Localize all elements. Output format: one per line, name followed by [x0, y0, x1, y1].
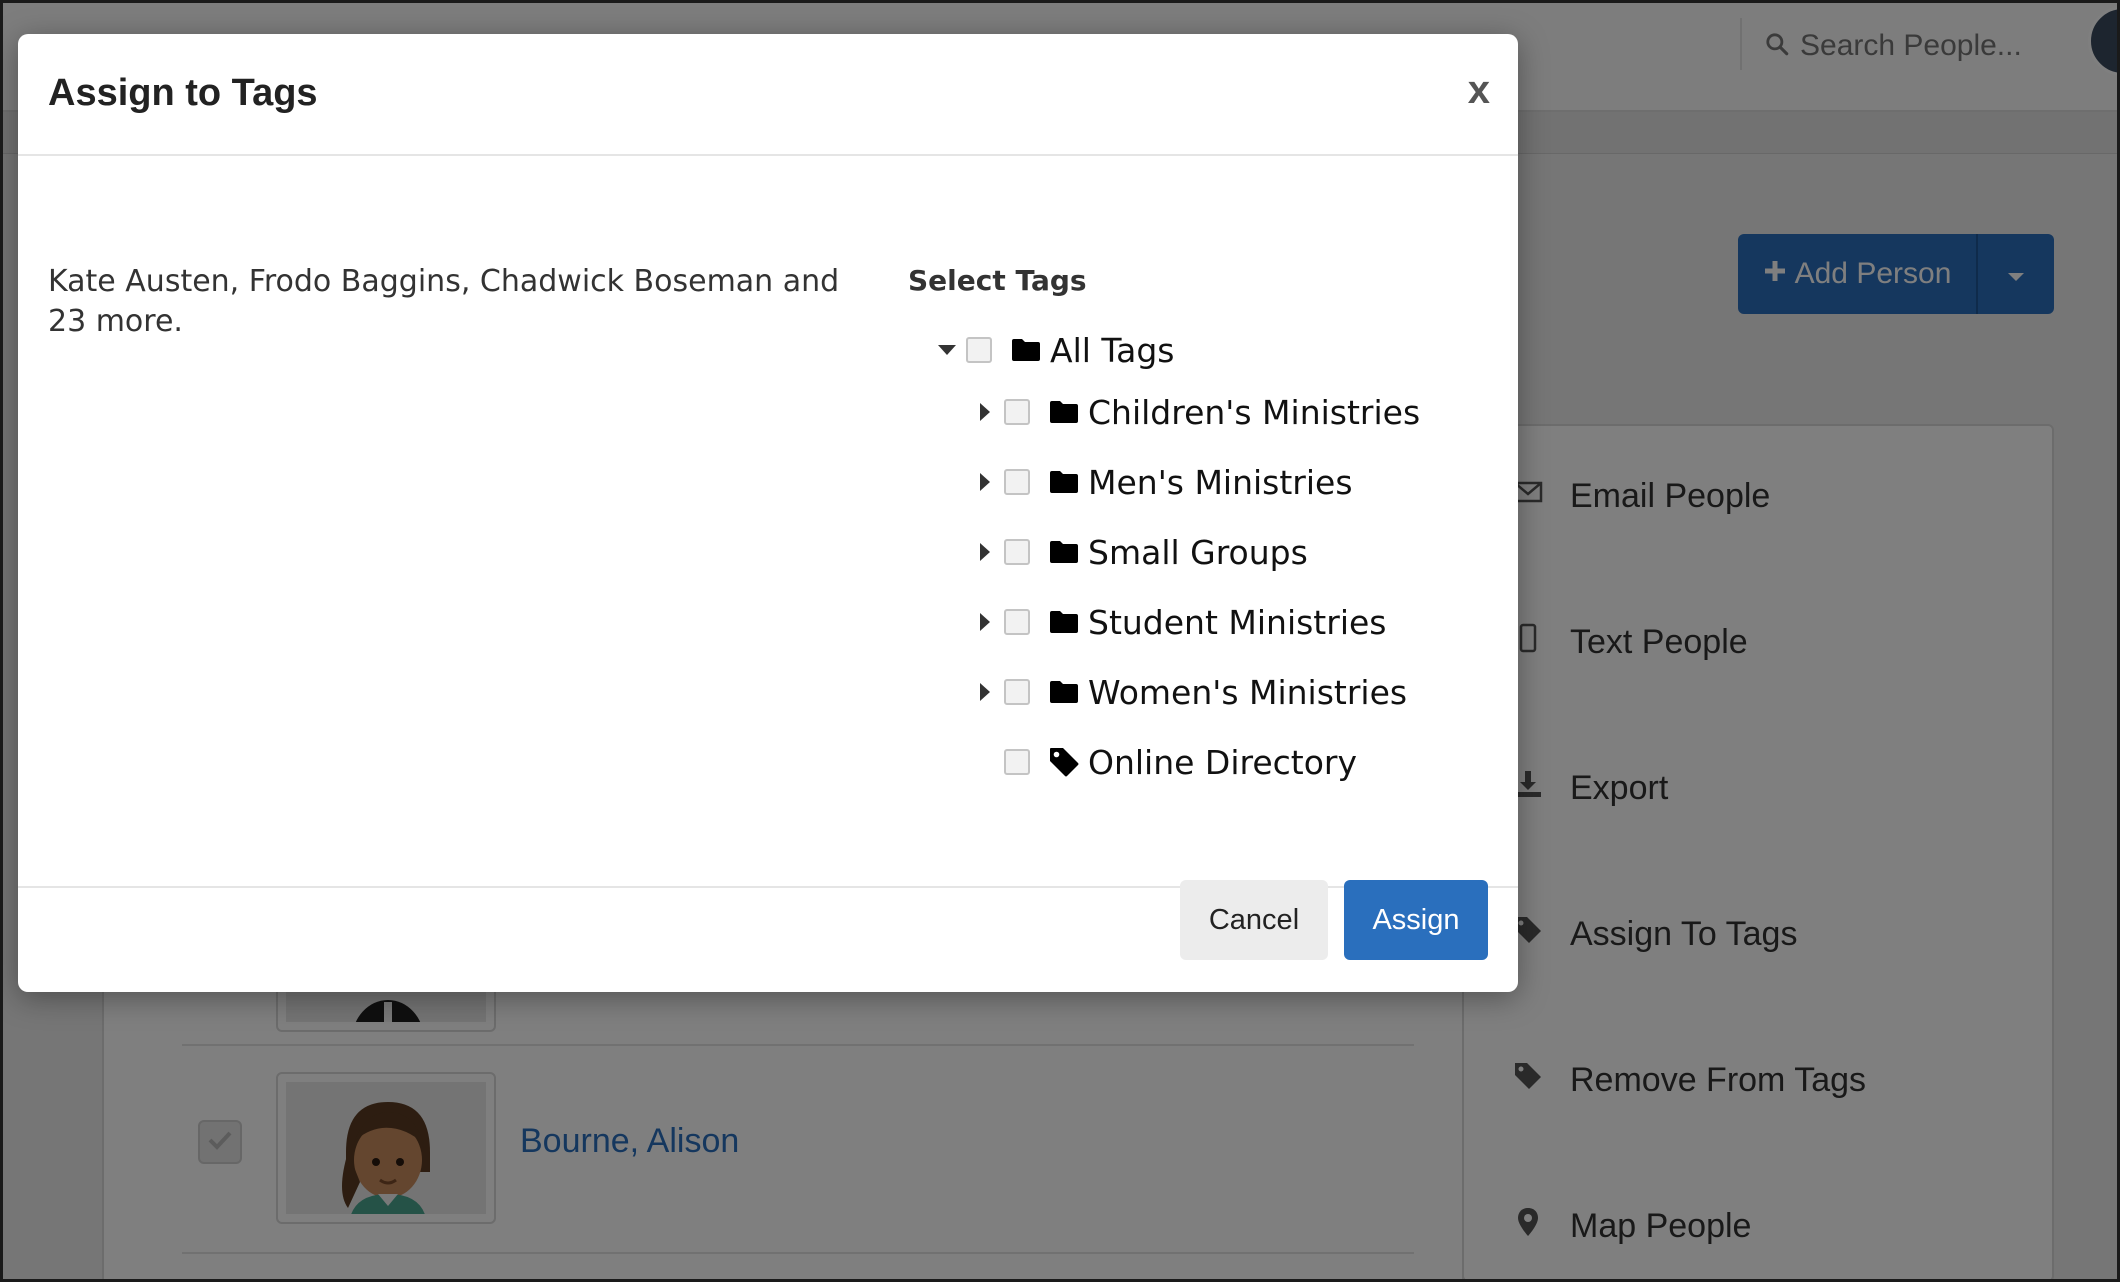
tree-node-all-tags: All Tags	[928, 320, 1174, 380]
folder-icon	[1048, 676, 1080, 708]
tree-checkbox[interactable]	[1004, 399, 1030, 425]
tree-checkbox[interactable]	[966, 337, 992, 363]
folder-icon	[1010, 334, 1042, 366]
modal-body: Kate Austen, Frodo Baggins, Chadwick Bos…	[18, 156, 1518, 886]
caret-right-icon[interactable]	[966, 603, 1004, 641]
caret-right-icon[interactable]	[966, 393, 1004, 431]
tree-node-label[interactable]: Online Directory	[1088, 743, 1357, 782]
tree-node-label[interactable]: Men's Ministries	[1088, 463, 1353, 502]
close-button[interactable]: x	[1468, 70, 1490, 110]
caret-right-icon[interactable]	[966, 533, 1004, 571]
modal-header: Assign to Tags x	[18, 34, 1518, 156]
tree-checkbox[interactable]	[1004, 679, 1030, 705]
folder-icon	[1048, 396, 1080, 428]
caret-down-icon[interactable]	[928, 331, 966, 369]
tree-node-label[interactable]: Small Groups	[1088, 533, 1308, 572]
tree-node-childrens-ministries: Children's Ministries	[966, 382, 1420, 442]
tree-node-online-directory: Online Directory	[966, 732, 1357, 792]
tree-checkbox[interactable]	[1004, 469, 1030, 495]
assign-tags-modal: Assign to Tags x Kate Austen, Frodo Bagg…	[18, 34, 1518, 992]
modal-title: Assign to Tags	[48, 72, 318, 114]
tree-node-student-ministries: Student Ministries	[966, 592, 1386, 652]
toggle-spacer	[966, 743, 1004, 781]
tree-node-label[interactable]: Children's Ministries	[1088, 393, 1420, 432]
tree-node-label[interactable]: Women's Ministries	[1088, 673, 1407, 712]
folder-icon	[1048, 536, 1080, 568]
tree-node-mens-ministries: Men's Ministries	[966, 452, 1353, 512]
folder-icon	[1048, 466, 1080, 498]
tree-checkbox[interactable]	[1004, 749, 1030, 775]
tree-node-label[interactable]: Student Ministries	[1088, 603, 1386, 642]
folder-icon	[1048, 606, 1080, 638]
assign-button[interactable]: Assign	[1344, 880, 1488, 960]
tree-checkbox[interactable]	[1004, 539, 1030, 565]
tag-icon	[1048, 746, 1080, 778]
selected-people-summary: Kate Austen, Frodo Baggins, Chadwick Bos…	[48, 264, 840, 339]
select-tags-label: Select Tags	[908, 264, 1087, 297]
caret-right-icon[interactable]	[966, 463, 1004, 501]
tree-node-small-groups: Small Groups	[966, 522, 1308, 582]
caret-right-icon[interactable]	[966, 673, 1004, 711]
tree-node-womens-ministries: Women's Ministries	[966, 662, 1407, 722]
cancel-button[interactable]: Cancel	[1180, 880, 1328, 960]
tree-checkbox[interactable]	[1004, 609, 1030, 635]
tree-node-label[interactable]: All Tags	[1050, 331, 1174, 370]
